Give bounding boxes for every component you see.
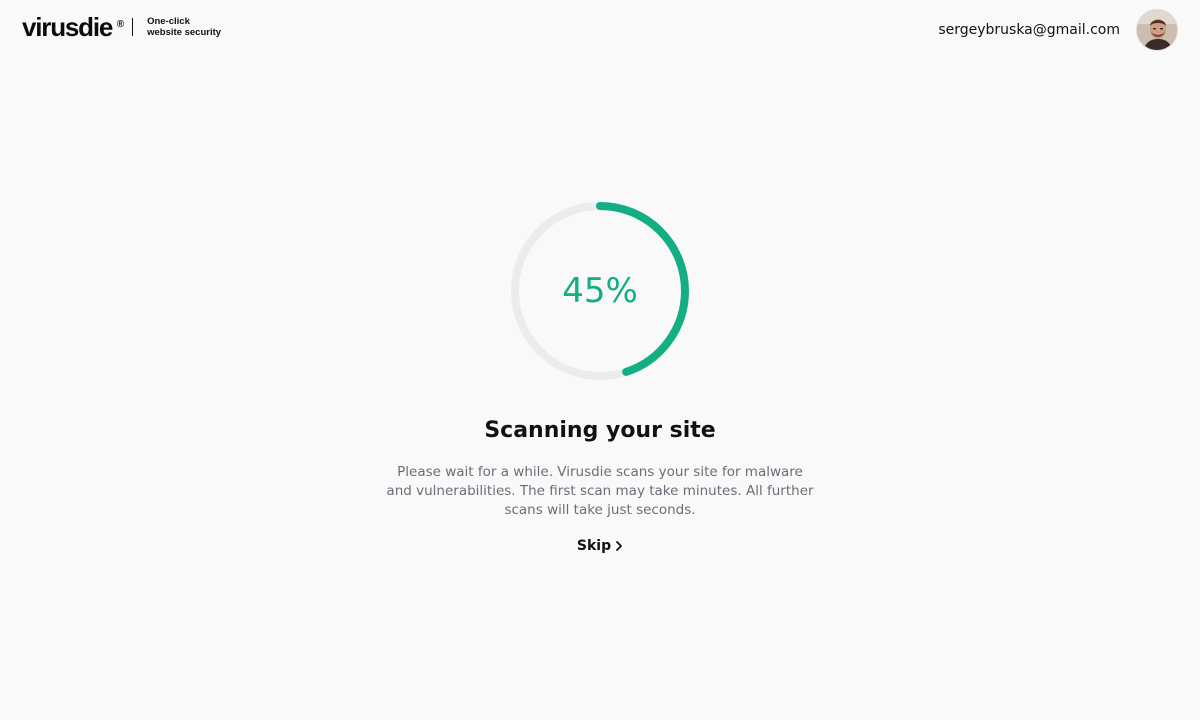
- logo-text: virusdie: [22, 12, 113, 42]
- user-email[interactable]: sergeybruska@gmail.com: [938, 22, 1120, 38]
- scan-section: 45% Scanning your site Please wait for a…: [0, 200, 1200, 558]
- avatar[interactable]: [1136, 9, 1178, 51]
- user-menu[interactable]: sergeybruska@gmail.com: [938, 9, 1178, 51]
- brand-divider: [132, 18, 134, 36]
- page-title: Scanning your site: [484, 418, 716, 443]
- skip-label: Skip: [576, 538, 612, 554]
- skip-button[interactable]: Skip: [571, 534, 629, 558]
- scan-page: virusdie ® One-click website security se…: [0, 0, 1200, 720]
- header: virusdie ® One-click website security se…: [0, 0, 1200, 60]
- tagline-line1: One-click: [147, 16, 190, 27]
- tagline-line2: website security: [147, 27, 222, 38]
- registered-mark: ®: [116, 19, 125, 30]
- chevron-right-icon: [615, 540, 623, 552]
- scan-description: Please wait for a while. Virusdie scans …: [386, 464, 814, 518]
- tagline: One-click website security: [147, 16, 221, 38]
- logo[interactable]: virusdie ®: [22, 12, 124, 42]
- progress-percent: 45%: [562, 271, 638, 311]
- user-avatar-icon: [1137, 10, 1177, 50]
- progress-ring: 45%: [509, 200, 691, 382]
- brand[interactable]: virusdie ® One-click website security: [22, 12, 221, 42]
